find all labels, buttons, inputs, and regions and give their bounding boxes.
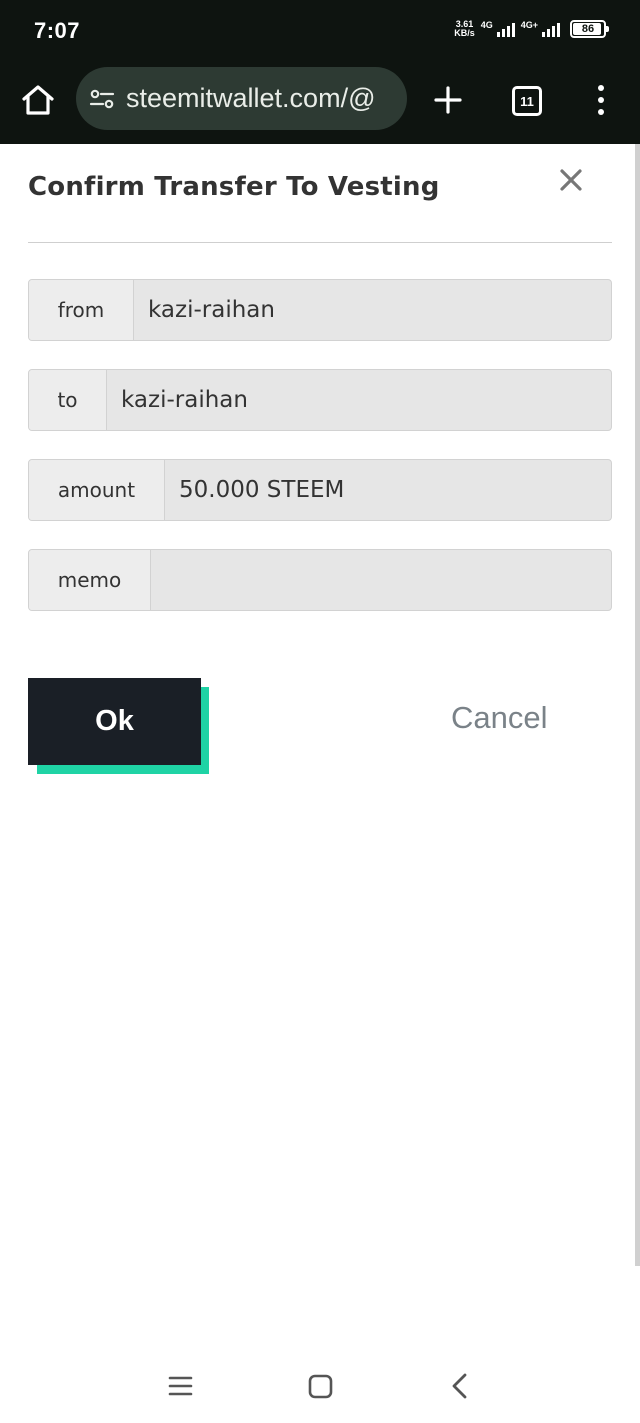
- url-text[interactable]: steemitwallet.com/@: [126, 83, 375, 114]
- cancel-button[interactable]: Cancel: [451, 700, 548, 736]
- status-icons: 3.61 KB/s 4G 4G+ 86: [454, 20, 609, 38]
- more-menu-icon[interactable]: [590, 82, 612, 118]
- site-settings-icon[interactable]: [88, 85, 116, 113]
- to-label: to: [29, 370, 107, 430]
- signal-icon-2: [542, 21, 560, 37]
- memo-value: [151, 550, 165, 610]
- from-label: from: [29, 280, 134, 340]
- dialog-title: Confirm Transfer To Vesting: [28, 172, 440, 202]
- to-value: kazi-raihan: [121, 387, 248, 413]
- recent-apps-icon[interactable]: [168, 1375, 193, 1397]
- amount-value: 50.000 STEEM: [179, 477, 345, 503]
- clock: 7:07: [34, 18, 81, 43]
- back-icon[interactable]: [450, 1372, 470, 1400]
- scrollbar[interactable]: [635, 144, 640, 1266]
- amount-label: amount: [29, 460, 165, 520]
- dialog-divider: [28, 242, 612, 243]
- network-type-label-2: 4G+: [520, 20, 538, 30]
- amount-field: amount 50.000 STEEM: [28, 459, 612, 521]
- status-bar: 7:07 3.61 KB/s 4G 4G+ 86: [0, 0, 640, 62]
- close-icon[interactable]: [557, 166, 585, 194]
- from-field: from kazi-raihan: [28, 279, 612, 341]
- network-type-label: 4G: [480, 20, 493, 30]
- to-field: to kazi-raihan: [28, 369, 612, 431]
- battery-level: 86: [581, 23, 595, 35]
- from-value: kazi-raihan: [148, 297, 275, 323]
- tab-count: 11: [520, 93, 534, 109]
- system-nav-bar: [0, 1334, 640, 1423]
- network-speed-unit: KB/s: [454, 28, 475, 38]
- home-nav-icon[interactable]: [308, 1374, 333, 1399]
- browser-toolbar: steemitwallet.com/@ 11: [0, 62, 640, 144]
- signal-icon: [496, 21, 515, 37]
- new-tab-icon[interactable]: [432, 84, 464, 116]
- network-speed: 3.61 KB/s: [454, 20, 475, 38]
- memo-label: memo: [29, 550, 151, 610]
- memo-field: memo: [28, 549, 612, 611]
- address-bar[interactable]: steemitwallet.com/@: [76, 67, 407, 130]
- battery-icon: 86: [570, 20, 609, 38]
- home-icon[interactable]: [20, 82, 56, 118]
- ok-button[interactable]: Ok: [28, 678, 201, 765]
- tab-switcher-icon[interactable]: 11: [512, 86, 542, 116]
